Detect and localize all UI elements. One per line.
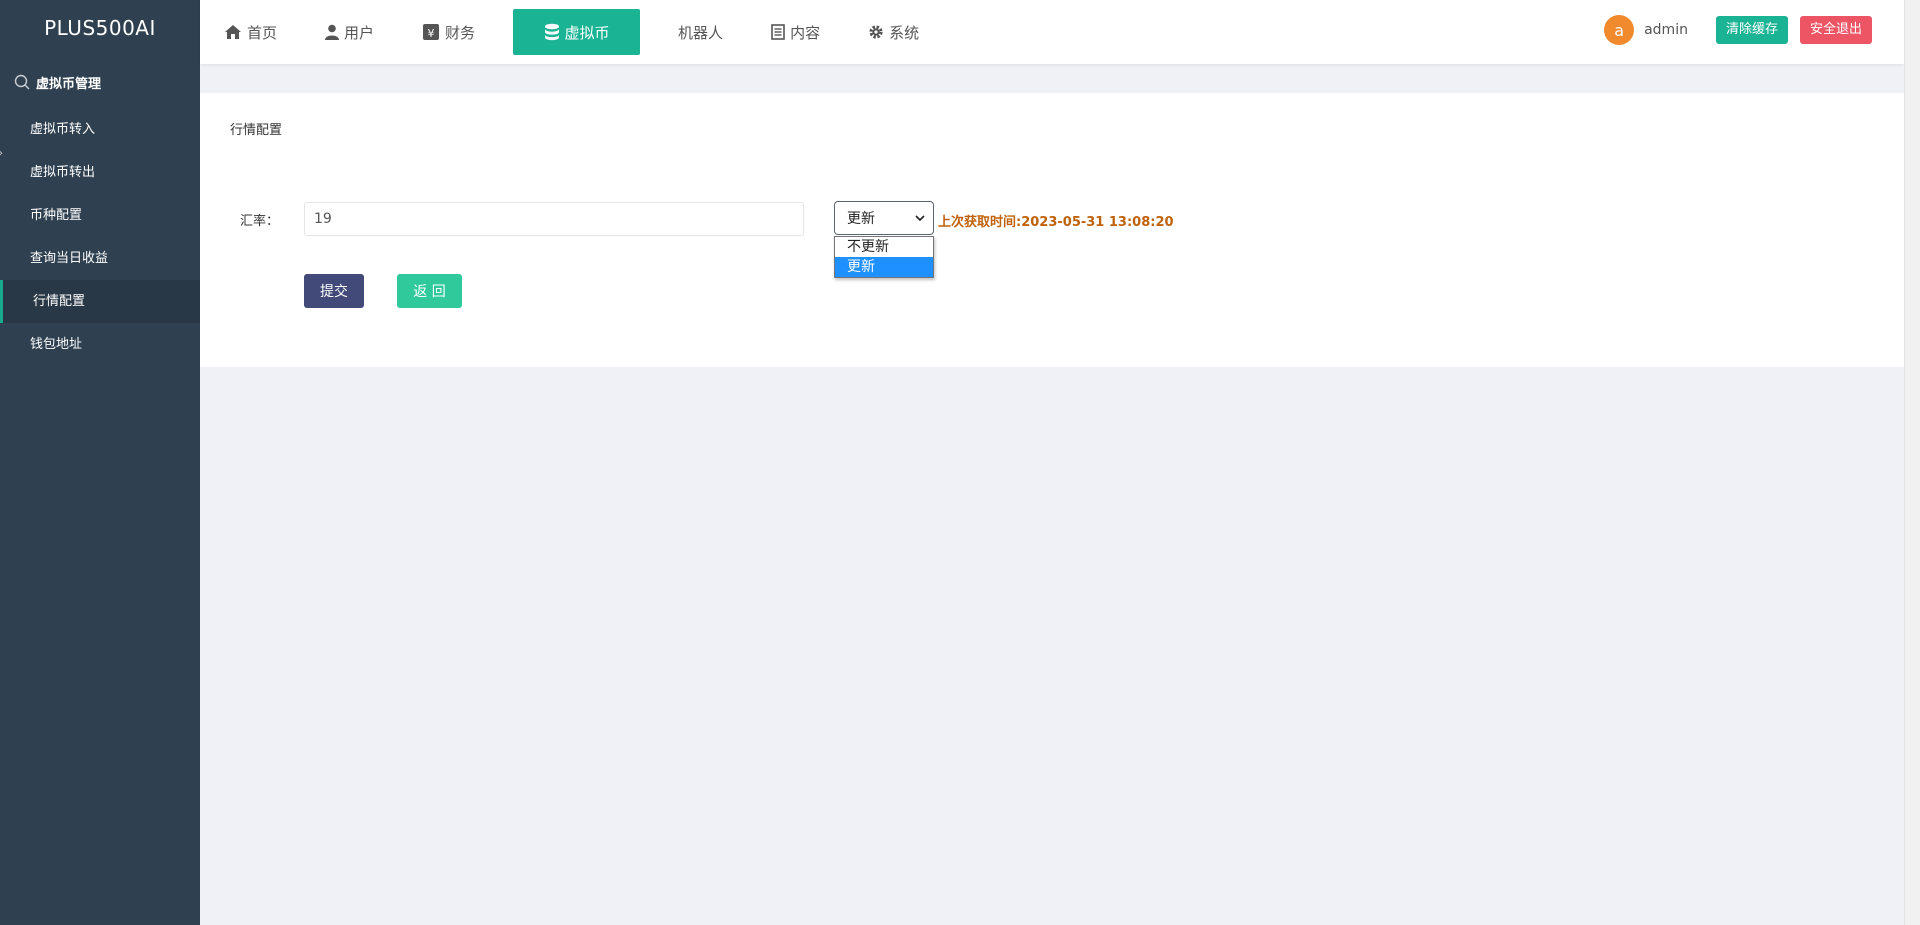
nav-label: 机器人 (678, 23, 724, 42)
update-select[interactable]: 更新 (834, 201, 934, 235)
sidebar-item-label: 币种配置 (30, 208, 83, 223)
finance-icon: ¥ (422, 23, 440, 41)
nav-label: 用户 (344, 23, 375, 42)
nav-content[interactable]: 内容 (747, 9, 844, 55)
sidebar-item-wallet-address[interactable]: 钱包地址 (0, 323, 200, 366)
chevron-right-icon[interactable]: › (0, 146, 3, 161)
nav-label: 虚拟币 (564, 23, 610, 42)
nav-crypto[interactable]: 虚拟币 (513, 9, 641, 55)
last-fetch-time: 上次获取时间:2023-05-31 13:08:20 (938, 215, 1174, 230)
user-area: a admin 清除缓存 安全退出 (1604, 0, 1872, 60)
sidebar-item-label: 行情配置 (33, 294, 86, 309)
sidebar-item-coin-config[interactable]: 币种配置 (0, 194, 200, 237)
option-update[interactable]: 更新 (835, 257, 933, 277)
username: admin (1644, 22, 1688, 38)
sidebar-item-crypto-out[interactable]: 虚拟币转出 (0, 151, 200, 194)
top-nav: 首页 用户 ¥ 财务 虚拟币 机器人 内容 系统 (200, 0, 943, 64)
page-title: 行情配置 (230, 123, 283, 138)
rate-label: 汇率： (240, 214, 280, 229)
sidebar-item-label: 虚拟币转入 (30, 122, 96, 137)
nav-label: 财务 (445, 23, 476, 42)
database-icon (544, 23, 560, 41)
nav-label: 内容 (790, 23, 821, 42)
document-icon (771, 24, 785, 40)
user-icon (325, 24, 340, 40)
nav-home[interactable]: 首页 (200, 9, 301, 55)
rate-input[interactable] (304, 202, 804, 236)
home-icon (224, 24, 242, 40)
sidebar-item-label: 钱包地址 (30, 337, 83, 352)
clear-cache-button[interactable]: 清除缓存 (1715, 16, 1788, 44)
update-select-value: 更新 (847, 211, 875, 227)
market-config-panel: 行情配置 汇率： 更新 不更新 更新 上次获取时间:2023-05-31 13:… (200, 93, 1904, 367)
sidebar-item-label: 查询当日收益 (30, 251, 109, 266)
back-button[interactable]: 返 回 (397, 274, 462, 308)
update-select-dropdown: 不更新 更新 (834, 236, 934, 278)
avatar[interactable]: a (1604, 15, 1635, 45)
gear-icon (868, 24, 884, 40)
sidebar: PLUS500AI 虚拟币管理 虚拟币转入 虚拟币转出 币种配置 查询当日收益 … (0, 0, 200, 925)
nav-robot[interactable]: 机器人 (654, 9, 747, 55)
top-navbar: 首页 用户 ¥ 财务 虚拟币 机器人 内容 系统 a admin 清除缓存 安全… (200, 0, 1904, 64)
sidebar-item-market-config[interactable]: 行情配置 (0, 280, 200, 323)
nav-label: 首页 (247, 23, 278, 42)
nav-system[interactable]: 系统 (844, 9, 943, 55)
sidebar-item-label: 虚拟币转出 (30, 165, 96, 180)
svg-text:¥: ¥ (428, 27, 435, 40)
sidebar-section-label: 虚拟币管理 (36, 76, 102, 92)
nav-finance[interactable]: ¥ 财务 (398, 9, 499, 55)
page-scrollbar[interactable] (1904, 0, 1920, 925)
chevron-down-icon (915, 210, 925, 226)
brand-logo: PLUS500AI (44, 16, 156, 40)
nav-users[interactable]: 用户 (301, 9, 398, 55)
nav-label: 系统 (889, 23, 920, 42)
sidebar-item-crypto-in[interactable]: 虚拟币转入 (0, 108, 200, 151)
submit-button[interactable]: 提交 (304, 274, 364, 308)
logout-button[interactable]: 安全退出 (1799, 16, 1872, 44)
option-no-update[interactable]: 不更新 (835, 237, 933, 257)
search-icon (14, 74, 30, 90)
sidebar-item-daily-earnings[interactable]: 查询当日收益 (0, 237, 200, 280)
sidebar-section-title[interactable]: 虚拟币管理 (0, 56, 200, 108)
